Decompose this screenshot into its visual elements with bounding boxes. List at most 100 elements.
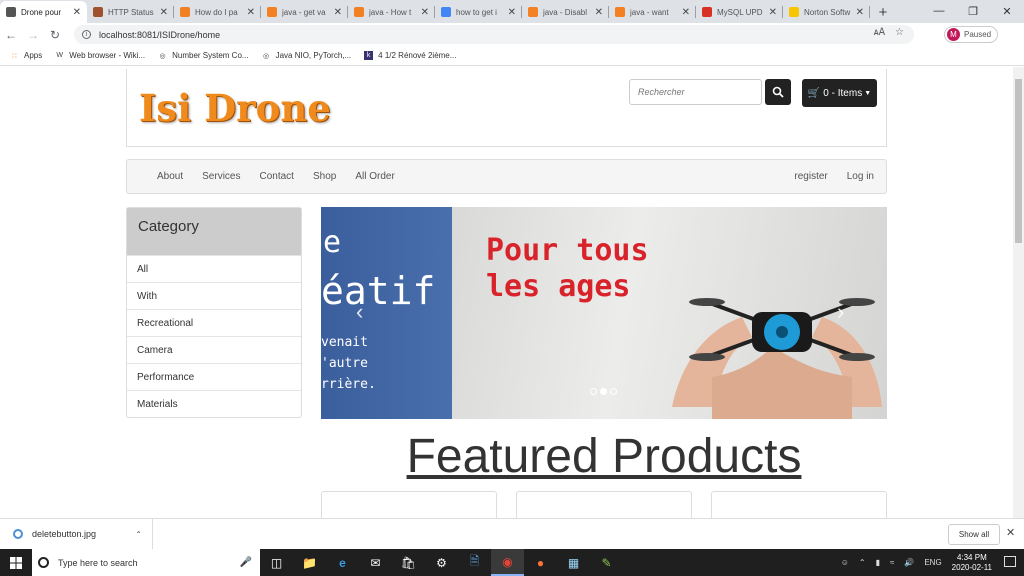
language-indicator[interactable]: ENG — [924, 558, 941, 567]
carousel-prev-chevron-icon[interactable]: ‹ — [356, 299, 363, 325]
carousel-indicator-1[interactable] — [590, 388, 597, 395]
tab-close-icon[interactable]: ✕ — [856, 7, 864, 18]
tab-close-icon[interactable]: ✕ — [421, 7, 429, 18]
browser-tab[interactable]: java - How t ✕ — [348, 1, 435, 23]
system-tray: ☺ ⌃ ▮ ≈ 🔊 ENG 4:34 PM 2020-02-11 — [841, 549, 992, 576]
microphone-icon[interactable]: 🎤 — [240, 557, 252, 568]
tab-close-icon[interactable]: ✕ — [769, 7, 777, 18]
carousel-next-chevron-icon[interactable]: › — [837, 299, 844, 325]
nav-link-shop[interactable]: Shop — [313, 171, 336, 182]
bookmark-item[interactable]: ∷ Apps — [10, 51, 42, 60]
reload-icon[interactable]: ↻ — [44, 24, 66, 46]
carousel-left-text-1: e — [323, 225, 342, 260]
carousel-indicator-2[interactable] — [600, 388, 607, 395]
globe-icon — [6, 7, 16, 17]
firefox-icon[interactable]: ● — [524, 549, 557, 576]
carousel-slogan-1: Pour tous — [486, 233, 649, 268]
bookmark-item[interactable]: ◎ Number System Co... — [158, 51, 249, 60]
product-card[interactable] — [711, 491, 887, 518]
tab-close-icon[interactable]: ✕ — [73, 7, 81, 18]
tab-close-icon[interactable]: ✕ — [160, 7, 168, 18]
search-input[interactable] — [629, 79, 762, 105]
taskbar-search-box[interactable]: Type here to search 🎤 — [32, 549, 260, 576]
taskbar-clock[interactable]: 4:34 PM 2020-02-11 — [952, 553, 992, 573]
chevron-up-tray-icon[interactable]: ⌃ — [859, 558, 866, 567]
carousel-indicator-3[interactable] — [610, 388, 617, 395]
site-logo[interactable]: Isi Drone — [139, 86, 331, 130]
tab-close-icon[interactable]: ✕ — [682, 7, 690, 18]
browser-tab[interactable]: how to get i ✕ — [435, 1, 522, 23]
forward-arrow-icon[interactable]: → — [22, 24, 44, 46]
browser-tab[interactable]: Norton Softw ✕ — [783, 1, 870, 23]
translate-icon[interactable]: 🗚 — [874, 27, 885, 38]
chevron-up-icon[interactable]: ⌃ — [135, 530, 142, 539]
category-item-camera[interactable]: Camera — [127, 336, 301, 363]
profile-button[interactable]: M Paused — [944, 26, 998, 43]
cart-dropdown-button[interactable]: 🛒 0 - Items ▼ — [802, 79, 877, 107]
people-icon[interactable]: ☺ — [841, 558, 849, 567]
product-card[interactable] — [321, 491, 497, 518]
category-item-performance[interactable]: Performance — [127, 363, 301, 390]
nav-link-about[interactable]: About — [157, 171, 183, 182]
tab-close-icon[interactable]: ✕ — [334, 7, 342, 18]
browser-tab[interactable]: java - get va ✕ — [261, 1, 348, 23]
minimize-icon[interactable]: — — [922, 0, 956, 22]
document-icon[interactable]: 🗎 — [458, 549, 491, 576]
browser-tab[interactable]: Drone pour ✕ — [0, 1, 87, 23]
volume-icon[interactable]: 🔊 — [904, 558, 914, 567]
search-button[interactable] — [765, 79, 791, 105]
page-scrollbar[interactable] — [1013, 67, 1024, 518]
caret-down-icon: ▼ — [864, 89, 872, 97]
tab-close-icon[interactable]: ✕ — [247, 7, 255, 18]
tab-close-icon[interactable]: ✕ — [508, 7, 516, 18]
windows-start-button[interactable] — [0, 549, 32, 576]
browser-tab[interactable]: How do I pa ✕ — [174, 1, 261, 23]
tab-close-icon[interactable]: ✕ — [595, 7, 603, 18]
bookmark-item[interactable]: ◎ Java NIO, PyTorch,... — [262, 51, 352, 60]
category-item-with[interactable]: With — [127, 282, 301, 309]
bookmark-star-icon[interactable]: ☆ — [895, 27, 904, 38]
browser-tab[interactable]: java - Disabl ✕ — [522, 1, 609, 23]
maximize-icon[interactable]: ❐ — [956, 0, 990, 22]
browser-tab[interactable]: MySQL UPD ✕ — [696, 1, 783, 23]
visual-studio-icon[interactable]: ▦ — [557, 549, 590, 576]
browser-tab[interactable]: java - want ✕ — [609, 1, 696, 23]
browser-tab[interactable]: HTTP Status ✕ — [87, 1, 174, 23]
download-item[interactable]: deletebutton.jpg ⌃ — [0, 518, 153, 550]
bookmark-item[interactable]: k 4 1/2 Rénové 2ième... — [364, 51, 456, 60]
new-tab-plus-icon[interactable]: + — [870, 1, 896, 23]
store-icon[interactable]: 🛍 — [392, 549, 425, 576]
task-view-icon[interactable]: ◫ — [260, 549, 293, 576]
category-item-recreational[interactable]: Recreational — [127, 309, 301, 336]
nav-link-contact[interactable]: Contact — [260, 171, 294, 182]
wifi-icon[interactable]: ≈ — [890, 558, 894, 567]
nav-link-log-in[interactable]: Log in — [847, 171, 874, 182]
notepad-plus-icon[interactable]: ✎ — [590, 549, 623, 576]
nav-link-all-order[interactable]: All Order — [355, 171, 394, 182]
info-icon[interactable]: i — [82, 30, 91, 39]
browser-tab-bar: Drone pour ✕ HTTP Status ✕ How do I pa ✕ java … — [0, 0, 1024, 23]
nav-link-register[interactable]: register — [794, 171, 827, 182]
address-bar[interactable]: i localhost:8081/ISIDrone/home 🗚 ☆ — [74, 25, 914, 44]
nav-link-services[interactable]: Services — [202, 171, 240, 182]
settings-gear-icon[interactable]: ⚙ — [425, 549, 458, 576]
battery-icon[interactable]: ▮ — [876, 558, 880, 567]
show-all-button[interactable]: Show all — [948, 524, 1000, 545]
windows-taskbar: Type here to search 🎤 ◫ 📁 e ✉ 🛍 ⚙ 🗎 ◉ ● … — [0, 549, 1024, 576]
bookmark-item[interactable]: W Web browser - Wiki... — [55, 51, 145, 60]
close-icon[interactable]: ✕ — [1006, 526, 1015, 539]
bookmark-label: Java NIO, PyTorch,... — [275, 51, 352, 60]
category-item-materials[interactable]: Materials — [127, 390, 301, 417]
file-explorer-icon[interactable]: 📁 — [293, 549, 326, 576]
chrome-icon[interactable]: ◉ — [491, 549, 524, 576]
back-arrow-icon[interactable]: ← — [0, 24, 22, 46]
scrollbar-thumb[interactable] — [1015, 79, 1022, 243]
category-item-all[interactable]: All — [127, 255, 301, 282]
notification-icon[interactable] — [1004, 556, 1016, 567]
window-close-icon[interactable]: ✕ — [990, 0, 1024, 22]
edge-icon[interactable]: e — [326, 549, 359, 576]
bookmark-label: Apps — [24, 51, 43, 60]
carousel[interactable]: e éatif venait 'autre rrière. Pour tous … — [321, 207, 887, 419]
product-card[interactable] — [516, 491, 692, 518]
mail-icon[interactable]: ✉ — [359, 549, 392, 576]
